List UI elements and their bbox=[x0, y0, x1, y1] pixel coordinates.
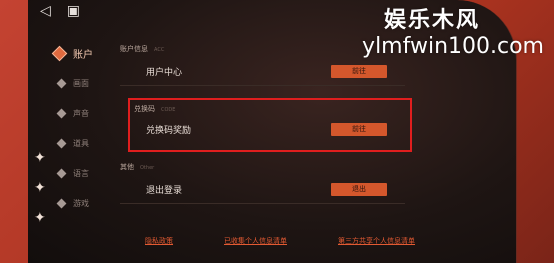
sparkle-icon: ✦ bbox=[34, 180, 46, 196]
sidebar-item-label: 声音 bbox=[73, 109, 89, 118]
bottom-links: 隐私政策 已收集个人信息清单 第三方共享个人信息清单 bbox=[145, 236, 415, 246]
sidebar-item-game[interactable]: 游戏 bbox=[56, 198, 89, 209]
square-icon[interactable]: ▣ bbox=[67, 4, 80, 18]
sidebar-item-label: 语言 bbox=[73, 169, 89, 178]
diamond-icon bbox=[51, 45, 68, 62]
row-label: 退出登录 bbox=[146, 186, 183, 196]
diamond-icon bbox=[56, 108, 67, 119]
sidebar-item-label: 账户 bbox=[73, 50, 93, 61]
logout-button[interactable]: 退出 bbox=[331, 183, 387, 196]
row-user-center: 用户中心 前往 bbox=[120, 62, 405, 86]
watermark-url: ylmfwin100.com bbox=[362, 34, 544, 59]
watermark: 娱乐木风 ylmfwin100.com bbox=[362, 2, 544, 59]
divider bbox=[120, 203, 405, 204]
diamond-icon bbox=[56, 198, 67, 209]
divider bbox=[120, 85, 405, 86]
section-title-account: 账户信息 ACC bbox=[120, 45, 165, 53]
highlight-box bbox=[128, 98, 412, 152]
diamond-icon bbox=[56, 168, 67, 179]
sidebar-item-label: 画面 bbox=[73, 79, 89, 88]
diamond-icon bbox=[56, 138, 67, 149]
sidebar-item-account[interactable]: 账户 bbox=[51, 45, 93, 62]
section-title-other: 其他 Other bbox=[120, 163, 155, 171]
collected-info-link[interactable]: 已收集个人信息清单 bbox=[224, 236, 287, 246]
sidebar-item-label: 道具 bbox=[73, 139, 89, 148]
sparkle-icon: ✦ bbox=[34, 150, 46, 166]
row-logout: 退出登录 退出 bbox=[120, 180, 405, 204]
sidebar-item-display[interactable]: 画面 bbox=[56, 78, 89, 89]
diamond-icon bbox=[56, 78, 67, 89]
sidebar-item-items[interactable]: 道具 bbox=[56, 138, 89, 149]
third-party-info-link[interactable]: 第三方共享个人信息清单 bbox=[338, 236, 415, 246]
watermark-title: 娱乐木风 bbox=[383, 8, 480, 33]
row-label: 用户中心 bbox=[146, 68, 183, 78]
top-toolbar: ◁ ▣ bbox=[40, 4, 80, 18]
back-triangle-icon[interactable]: ◁ bbox=[40, 4, 51, 18]
sidebar-item-language[interactable]: 语言 bbox=[56, 168, 89, 179]
sidebar-item-sound[interactable]: 声音 bbox=[56, 108, 89, 119]
privacy-policy-link[interactable]: 隐私政策 bbox=[145, 236, 173, 246]
go-user-center-button[interactable]: 前往 bbox=[331, 65, 387, 78]
sparkle-icon: ✦ bbox=[34, 210, 46, 226]
sidebar-item-label: 游戏 bbox=[73, 199, 89, 208]
